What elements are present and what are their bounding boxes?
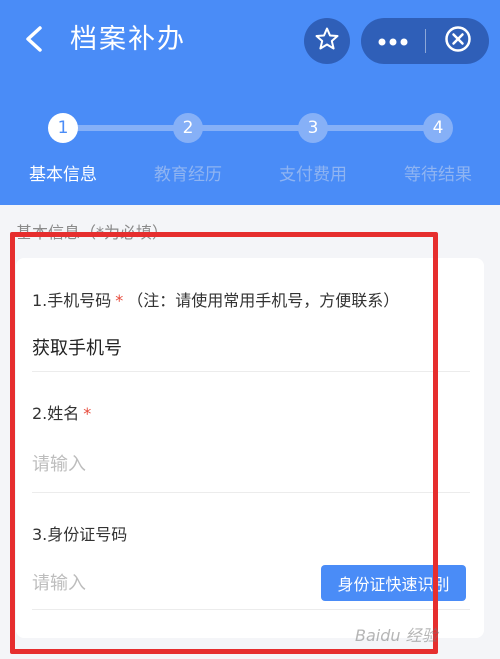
more-button[interactable] (361, 18, 425, 64)
field-divider (32, 371, 470, 372)
name-label-text: 2.姓名 (32, 404, 80, 423)
field-divider (32, 609, 470, 610)
phone-field-label: 1.手机号码 * （注：请使用常用手机号，方便联系） (32, 287, 399, 311)
close-circle-icon (444, 25, 472, 57)
step-3-circle: 3 (298, 113, 328, 143)
mini-program-capsule (361, 18, 489, 64)
star-icon (314, 26, 340, 56)
watermark: Baidu 经验 (355, 626, 438, 645)
required-mark: * (83, 404, 92, 423)
id-field-label: 3.身份证号码 (32, 525, 128, 544)
section-title: 基本信息（*为必填） (16, 223, 169, 242)
step-1-circle: 1 (48, 113, 78, 143)
id-quick-recognize-button[interactable]: 身份证快速识别 (321, 565, 466, 601)
favorite-button[interactable] (304, 18, 350, 64)
step-2-label: 教育经历 (154, 165, 222, 185)
phone-label-text: 1.手机号码 (32, 291, 112, 310)
name-field-label: 2.姓名 * (32, 400, 95, 424)
header-bar: 档案补办 1 2 3 4 基本信息 教育经历 支付费用 等待结果 (0, 0, 500, 205)
id-number-input[interactable] (32, 566, 302, 600)
name-input[interactable] (32, 447, 302, 481)
phone-note: （注：请使用常用手机号，方便联系） (127, 291, 400, 310)
step-progress-line (62, 125, 438, 131)
step-2-circle: 2 (173, 113, 203, 143)
more-dots-icon (377, 32, 409, 51)
page-title: 档案补办 (70, 24, 186, 55)
get-phone-number-button[interactable]: 获取手机号 (32, 334, 122, 360)
close-button[interactable] (427, 18, 489, 64)
step-4-circle: 4 (423, 113, 453, 143)
back-arrow-icon[interactable] (18, 22, 52, 56)
required-mark: * (115, 291, 124, 310)
capsule-divider (425, 29, 426, 53)
step-4-label: 等待结果 (404, 165, 472, 185)
step-1-label: 基本信息 (29, 165, 97, 185)
field-divider (32, 492, 470, 493)
step-3-label: 支付费用 (279, 165, 347, 185)
